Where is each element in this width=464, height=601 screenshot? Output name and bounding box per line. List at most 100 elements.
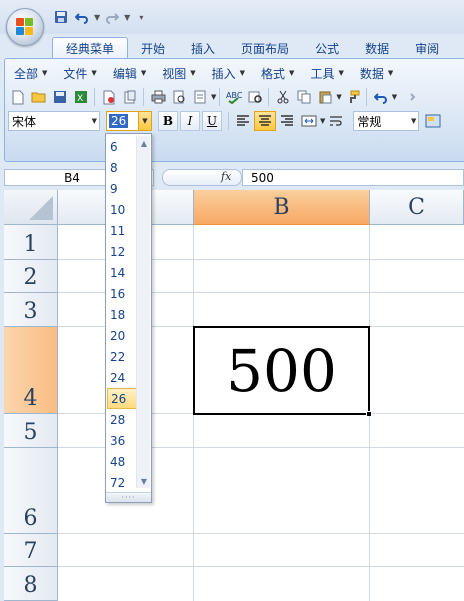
function-icon[interactable]: fx [221, 170, 231, 183]
gridline [58, 533, 464, 534]
merge-center-icon[interactable] [298, 111, 320, 131]
wrap-text-icon[interactable] [325, 111, 347, 131]
formula-input[interactable]: 500 [242, 169, 464, 186]
chevron-down-icon[interactable]: ▼ [138, 112, 151, 130]
redo-icon[interactable] [398, 87, 418, 107]
align-right-icon[interactable] [276, 111, 298, 131]
customize-icon[interactable]: ▾ [139, 13, 143, 22]
spelling-icon[interactable]: ABC [224, 87, 244, 107]
format-painter-icon[interactable] [343, 87, 363, 107]
paste-icon[interactable] [315, 87, 335, 107]
tab-review[interactable]: 审阅 [402, 37, 452, 59]
permission-icon[interactable] [99, 87, 119, 107]
row-header-1[interactable]: 1 [4, 225, 58, 260]
redo-icon[interactable] [103, 8, 121, 26]
tab-data[interactable]: 数据 [352, 37, 402, 59]
menu-all[interactable]: 全部 ▼ [8, 65, 57, 82]
menu-insert[interactable]: 插入 ▼ [206, 65, 255, 82]
redo-dropdown-icon[interactable]: ▼ [124, 13, 130, 22]
undo-icon[interactable] [73, 8, 91, 26]
chevron-down-icon: ▼ [387, 69, 394, 77]
research-icon[interactable] [245, 87, 265, 107]
font-size-option[interactable]: 14 [107, 262, 137, 283]
row-header-5[interactable]: 5 [4, 414, 58, 448]
align-left-icon[interactable] [232, 111, 254, 131]
classic-menubar: 全部 ▼ 文件 ▼ 编辑 ▼ 视图 ▼ 插入 ▼ 格式 ▼ 工具 ▼ 数据 ▼ [8, 63, 403, 83]
scroll-down-icon[interactable]: ▼ [137, 474, 151, 488]
column-header-c[interactable]: C [370, 190, 464, 225]
save-icon[interactable] [52, 8, 70, 26]
export-excel-icon[interactable]: X [71, 87, 91, 107]
cell-styles-icon[interactable] [423, 111, 443, 131]
font-size-option[interactable]: 26 [107, 388, 137, 409]
font-size-option[interactable]: 48 [107, 451, 137, 472]
tab-page-layout[interactable]: 页面布局 [228, 37, 302, 59]
chevron-down-icon[interactable]: ▼ [336, 93, 341, 101]
tab-classic-menu[interactable]: 经典菜单 [52, 37, 129, 59]
undo-dropdown-icon[interactable]: ▼ [94, 13, 100, 22]
font-size-option[interactable]: 24 [107, 367, 137, 388]
open-folder-icon[interactable] [29, 87, 49, 107]
font-size-option[interactable]: 9 [107, 178, 137, 199]
bold-button[interactable]: B [158, 111, 178, 131]
print-preview-icon[interactable] [169, 87, 189, 107]
menu-view[interactable]: 视图 ▼ [156, 65, 205, 82]
save-icon[interactable] [50, 87, 70, 107]
formatting-toolbar: 宋体 ▼ 26 ▼ B I U ▼ 常规 ▼ [8, 110, 443, 132]
italic-button[interactable]: I [180, 111, 200, 131]
office-button[interactable] [6, 8, 44, 46]
row-header-4[interactable]: 4 [4, 327, 58, 414]
undo-icon[interactable] [371, 87, 391, 107]
row-header-8[interactable]: 8 [4, 567, 58, 601]
dropdown-scrollbar[interactable]: ▲ ▼ [136, 136, 150, 488]
underline-button[interactable]: U [202, 111, 222, 131]
font-size-value[interactable]: 26 [109, 114, 129, 128]
number-format-select[interactable]: 常规 ▼ [353, 111, 420, 131]
font-name-value: 宋体 [12, 114, 37, 129]
resize-grip-icon[interactable]: ···· [106, 492, 151, 502]
font-size-option[interactable]: 20 [107, 325, 137, 346]
font-size-option[interactable]: 11 [107, 220, 137, 241]
chevron-down-icon[interactable]: ▼ [392, 93, 397, 101]
font-size-select[interactable]: 26 ▼ [106, 111, 152, 131]
toolbar-separator [365, 88, 370, 106]
row-header-3[interactable]: 3 [4, 293, 58, 327]
font-size-option[interactable]: 36 [107, 430, 137, 451]
chevron-down-icon[interactable]: ▼ [211, 93, 216, 101]
select-all-button[interactable] [4, 190, 58, 225]
row-header-2[interactable]: 2 [4, 260, 58, 293]
tab-home[interactable]: 开始 [128, 37, 178, 59]
column-header-b[interactable]: B [194, 190, 370, 225]
page-setup-icon[interactable] [190, 87, 210, 107]
font-size-option[interactable]: 6 [107, 136, 137, 157]
chevron-down-icon: ▼ [289, 69, 295, 77]
copy-icon[interactable] [294, 87, 314, 107]
font-size-option[interactable]: 16 [107, 283, 137, 304]
font-size-option[interactable]: 8 [107, 157, 137, 178]
tab-insert[interactable]: 插入 [178, 37, 228, 59]
row-header-6[interactable]: 6 [4, 448, 58, 534]
tab-formulas[interactable]: 公式 [302, 37, 352, 59]
font-name-select[interactable]: 宋体 ▼ [8, 111, 100, 131]
attach-icon[interactable] [120, 87, 140, 107]
active-cell-b4[interactable]: 500 [193, 326, 370, 415]
cut-icon[interactable] [273, 87, 293, 107]
scroll-up-icon[interactable]: ▲ [137, 136, 151, 150]
font-size-option[interactable]: 22 [107, 346, 137, 367]
menu-tools[interactable]: 工具 ▼ [304, 65, 353, 82]
font-size-option[interactable]: 18 [107, 304, 137, 325]
font-size-option[interactable]: 12 [107, 241, 137, 262]
menu-data[interactable]: 数据 ▼ [354, 65, 403, 82]
row-header-7[interactable]: 7 [4, 534, 58, 567]
new-file-icon[interactable] [8, 87, 28, 107]
menu-edit[interactable]: 编辑 ▼ [107, 65, 156, 82]
menu-file[interactable]: 文件 ▼ [57, 65, 106, 82]
font-size-option[interactable]: 10 [107, 199, 137, 220]
font-size-option[interactable]: 72 [107, 472, 137, 493]
chevron-down-icon: ▼ [239, 69, 246, 77]
print-icon[interactable] [148, 87, 168, 107]
font-size-option[interactable]: 28 [107, 409, 137, 430]
fill-handle[interactable] [366, 411, 372, 417]
menu-format[interactable]: 格式 ▼ [255, 65, 304, 82]
align-center-icon[interactable] [254, 111, 276, 131]
